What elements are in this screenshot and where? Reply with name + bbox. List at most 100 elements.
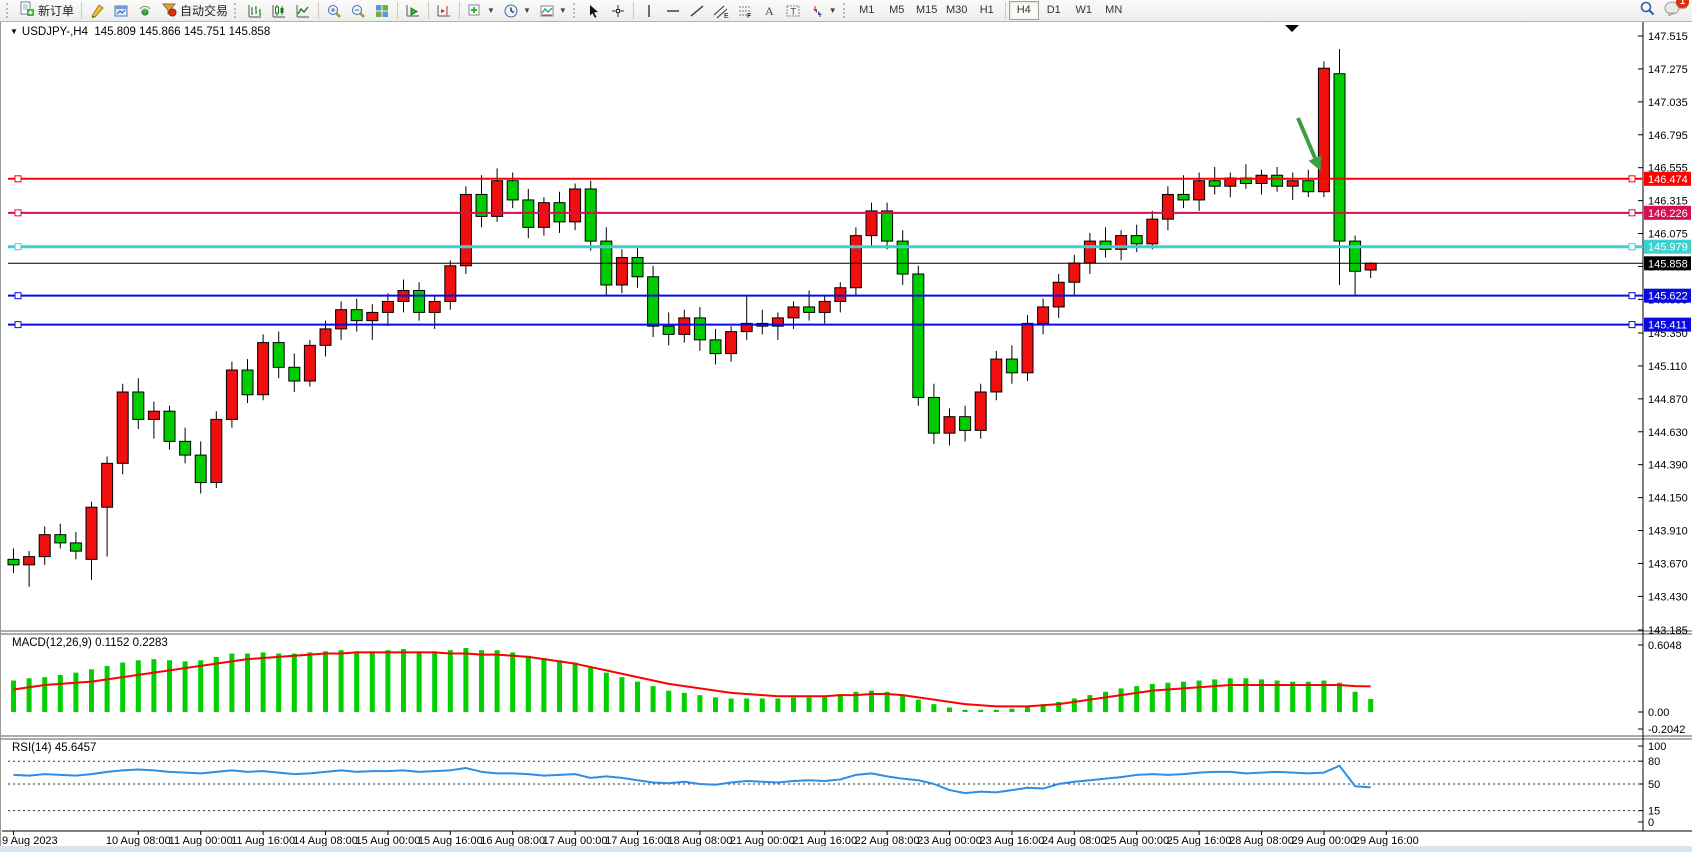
svg-text:146.795: 146.795 <box>1648 130 1688 142</box>
svg-text:145.979: 145.979 <box>1648 242 1688 254</box>
svg-text:144.390: 144.390 <box>1648 460 1688 472</box>
chart-ohlc-values: 145.809 145.866 145.751 145.858 <box>94 26 270 38</box>
svg-text:145.411: 145.411 <box>1648 320 1687 332</box>
indicators-button[interactable]: ▼ <box>463 0 499 21</box>
timeframe-button-mn[interactable]: MN <box>1099 1 1129 20</box>
svg-text:0.6048: 0.6048 <box>1648 640 1682 652</box>
svg-text:147.035: 147.035 <box>1648 97 1688 109</box>
autotrading-button[interactable]: 自动交易 <box>157 0 232 21</box>
svg-text:145.622: 145.622 <box>1648 291 1688 303</box>
svg-text:144.630: 144.630 <box>1648 427 1688 439</box>
svg-text:-0.2042: -0.2042 <box>1648 724 1685 736</box>
toolbar-separator <box>633 2 634 19</box>
svg-text:E: E <box>724 13 729 19</box>
rsi-indicator-label: RSI(14) 45.6457 <box>12 742 96 754</box>
zoom-out-button[interactable] <box>346 0 370 21</box>
templates-button[interactable]: ▼ <box>535 0 571 21</box>
svg-text:145.858: 145.858 <box>1648 258 1688 270</box>
svg-text:0.00: 0.00 <box>1648 707 1669 719</box>
autotrading-label: 自动交易 <box>180 2 228 19</box>
zoom-in-button[interactable] <box>322 0 346 21</box>
toolbar-separator <box>397 2 398 19</box>
timeframe-group: M1M5M15M30H1 H4D1W1MN <box>852 1 1129 20</box>
new-order-button[interactable]: 新订单 <box>15 0 78 21</box>
toolbar-separator <box>81 2 82 19</box>
templates-dropdown-arrow: ▼ <box>559 6 567 15</box>
signals-button[interactable] <box>133 0 157 21</box>
crosshair-button[interactable] <box>606 0 630 21</box>
macd-indicator-label: MACD(12,26,9) 0.1152 0.2283 <box>12 637 168 649</box>
text-label-tool-button[interactable]: T <box>781 0 805 21</box>
chart-shift-button[interactable] <box>432 0 456 21</box>
arrows-tool-button[interactable]: ▼ <box>805 0 841 21</box>
toolbar-separator <box>459 2 460 19</box>
macd-values: 0.1152 0.2283 <box>95 637 168 649</box>
arrows-dropdown-arrow: ▼ <box>829 6 837 15</box>
line-chart-button[interactable] <box>291 0 315 21</box>
svg-text:146.474: 146.474 <box>1648 174 1688 186</box>
svg-text:15: 15 <box>1648 806 1660 818</box>
tile-windows-button[interactable] <box>370 0 394 21</box>
vertical-line-tool-button[interactable] <box>637 0 661 21</box>
timeframe-button-m30[interactable]: M30 <box>942 1 972 20</box>
chart-window-title: ▼ USDJPY-,H4 145.809 145.866 145.751 145.… <box>10 26 270 38</box>
bar-chart-button[interactable] <box>243 0 267 21</box>
chart-area[interactable]: 147.515147.275147.035146.795146.555146.3… <box>0 0 1692 852</box>
timeframe-button-h1[interactable]: H1 <box>972 1 1002 20</box>
svg-text:0: 0 <box>1648 817 1654 829</box>
new-order-label: 新订单 <box>38 2 74 19</box>
timeframe-button-h4[interactable]: H4 <box>1009 1 1039 20</box>
periods-dropdown-arrow: ▼ <box>523 6 531 15</box>
svg-text:143.185: 143.185 <box>1648 625 1688 637</box>
trendline-tool-button[interactable] <box>685 0 709 21</box>
svg-text:144.870: 144.870 <box>1648 394 1688 406</box>
notifications-icon[interactable]: 1 <box>1664 0 1682 21</box>
indicators-dropdown-arrow: ▼ <box>487 6 495 15</box>
svg-text:143.910: 143.910 <box>1648 526 1688 538</box>
timeframe-button-m1[interactable]: M1 <box>852 1 882 20</box>
svg-text:50: 50 <box>1648 779 1660 791</box>
svg-text:100: 100 <box>1648 741 1666 753</box>
status-bar <box>0 846 1692 852</box>
periods-button[interactable]: ▼ <box>499 0 535 21</box>
timeframe-button-m5[interactable]: M5 <box>882 1 912 20</box>
timeframe-button-w1[interactable]: W1 <box>1069 1 1099 20</box>
text-tool-button[interactable]: A <box>757 0 781 21</box>
main-toolbar: 新订单 自动交易 ▼ <box>0 0 1692 22</box>
svg-text:143.670: 143.670 <box>1648 558 1688 570</box>
macd-name: MACD(12,26,9) <box>12 637 92 649</box>
horizontal-line-tool-button[interactable] <box>661 0 685 21</box>
svg-text:147.515: 147.515 <box>1648 31 1688 43</box>
search-icon[interactable] <box>1639 0 1656 22</box>
chart-profile-button[interactable] <box>109 0 133 21</box>
new-order-icon <box>19 1 35 20</box>
cursor-button[interactable] <box>582 0 606 21</box>
toolbar-separator <box>318 2 319 19</box>
rsi-name: RSI(14) <box>12 742 52 754</box>
svg-text:F: F <box>747 13 751 19</box>
candlestick-chart-button[interactable] <box>267 0 291 21</box>
toolbar-group-handle <box>573 3 578 18</box>
svg-text:143.430: 143.430 <box>1648 591 1688 603</box>
styler-button[interactable] <box>85 0 109 21</box>
auto-scroll-button[interactable] <box>401 0 425 21</box>
svg-text:146.315: 146.315 <box>1648 196 1688 208</box>
timeframe-button-d1[interactable]: D1 <box>1039 1 1069 20</box>
svg-text:145.110: 145.110 <box>1648 361 1687 373</box>
chart-symbol-period: USDJPY-,H4 <box>22 26 88 38</box>
toolbar-group-handle <box>843 3 848 18</box>
rsi-values: 45.6457 <box>55 742 97 754</box>
timeframe-button-m15[interactable]: M15 <box>912 1 942 20</box>
svg-text:147.275: 147.275 <box>1648 64 1688 76</box>
equidistant-channel-tool-button[interactable]: E <box>709 0 733 21</box>
chart-expand-triangle-icon[interactable]: ▼ <box>10 27 18 36</box>
toolbar-group-handle <box>234 3 239 18</box>
autotrading-icon <box>161 1 177 20</box>
notification-count-badge: 1 <box>1676 0 1689 8</box>
toolbar-separator <box>1005 2 1006 19</box>
toolbar-separator <box>428 2 429 19</box>
svg-text:T: T <box>790 6 796 16</box>
svg-text:144.150: 144.150 <box>1648 493 1688 505</box>
fibonacci-tool-button[interactable]: F <box>733 0 757 21</box>
svg-text:146.075: 146.075 <box>1648 229 1688 241</box>
